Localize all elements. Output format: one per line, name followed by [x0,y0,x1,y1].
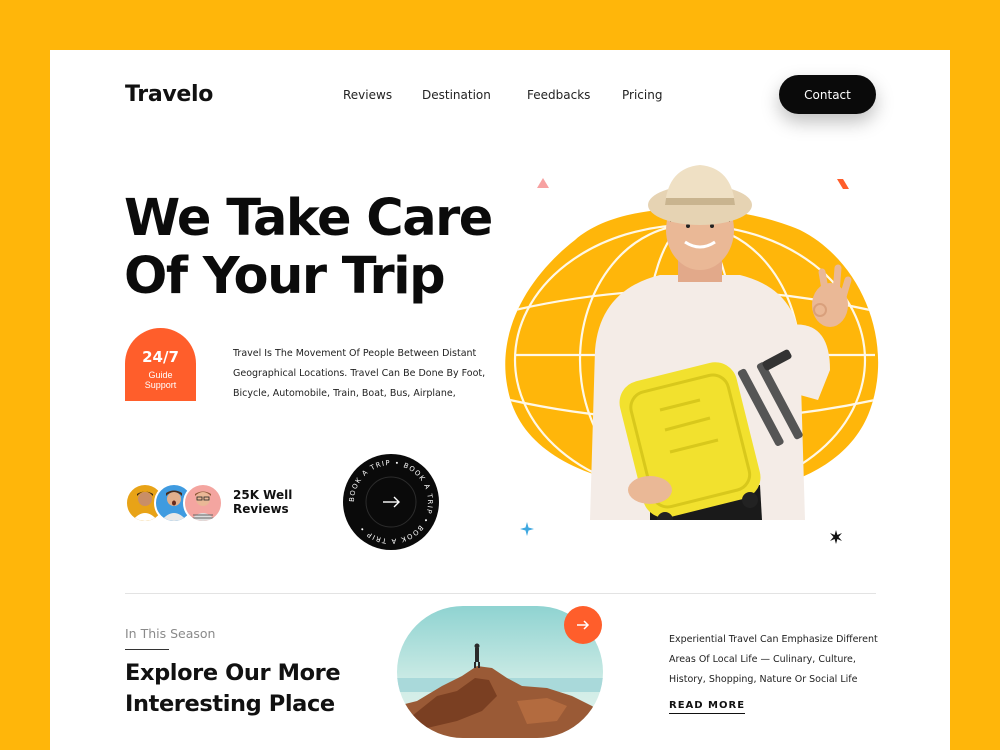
explore-title: Explore Our More Interesting Place [125,658,385,720]
hero-title-line-1: We Take Care [124,189,493,248]
nav-item-destination[interactable]: Destination [422,88,491,102]
support-hours: 24/7 [142,348,179,366]
contact-button[interactable]: Contact [779,75,876,114]
photo-next-button[interactable] [564,606,602,644]
section-divider [125,593,876,594]
nav-item-reviews[interactable]: Reviews [343,88,392,102]
avatar [183,483,223,523]
guide-support-badge: 24/7 Guide Support [125,328,196,401]
sparkle-decor-icon [520,522,534,536]
hero-title-line-2: Of Your Trip [124,247,446,306]
support-label: Guide Support [144,370,177,390]
triangle-decor-icon [537,178,549,188]
hero-title: We Take Care Of Your Trip [124,190,544,306]
explore-title-line-2: Interesting Place [125,691,335,717]
read-more-link[interactable]: READ MORE [669,700,746,714]
reviewer-avatars [125,483,225,523]
arrow-right-icon [577,620,590,630]
nav-item-pricing[interactable]: Pricing [622,88,662,102]
hero-description: Travel Is The Movement Of People Between… [233,348,486,399]
section-eyebrow: In This Season [125,626,216,641]
slash-decor-icon [837,179,849,189]
explore-description: Experiential Travel Can Emphasize Differ… [669,634,878,685]
explore-title-line-1: Explore Our More [125,660,341,686]
hero-traveler-image [500,160,890,528]
book-trip-button[interactable]: BOOK A TRIP • BOOK A TRIP • BOOK A TRIP … [342,453,440,551]
eyebrow-underline [125,649,169,650]
nav-item-feedbacks[interactable]: Feedbacks [527,88,590,102]
star-decor-icon [830,530,842,544]
hiker-figure [475,648,479,662]
landing-page-card: Travelo Reviews Destination Feedbacks Pr… [50,50,950,750]
brand-logo[interactable]: Travelo [125,82,213,107]
reviews-count: 25K Well Reviews [233,488,293,516]
